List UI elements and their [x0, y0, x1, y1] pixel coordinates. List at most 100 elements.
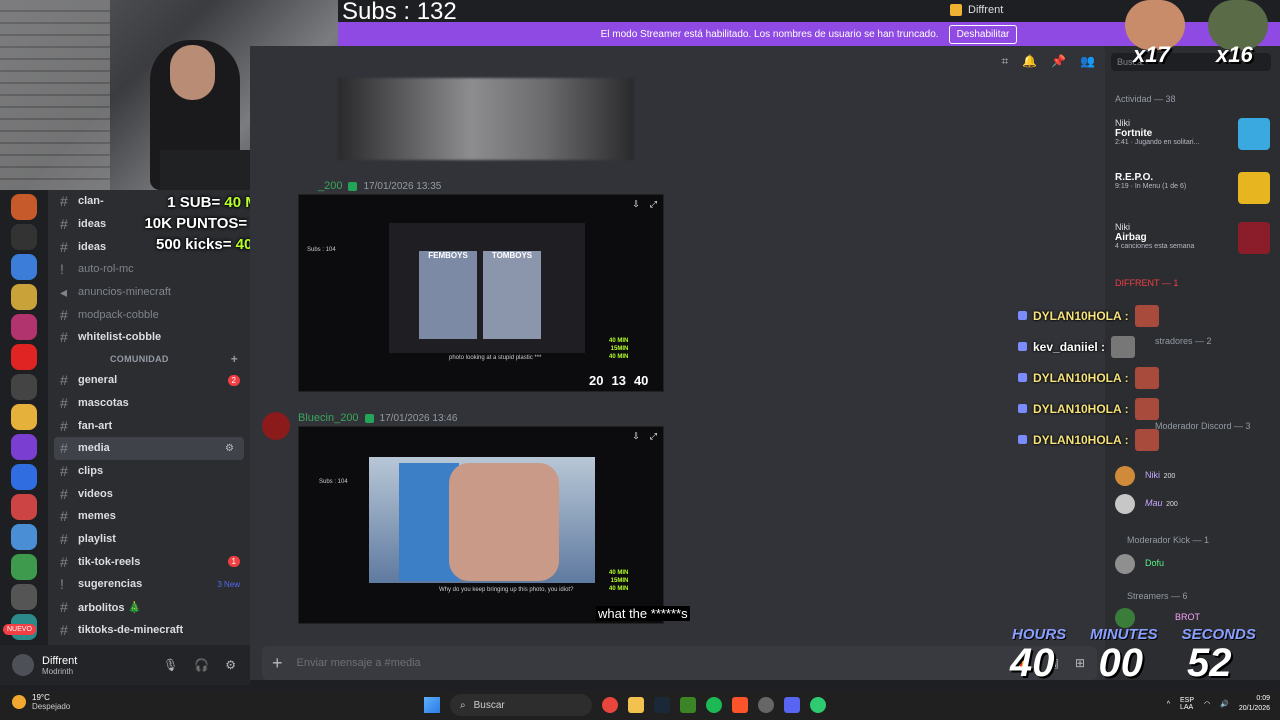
language-indicator[interactable]: ESP LAA	[1180, 697, 1194, 711]
microphone-icon[interactable]: 🎙	[163, 658, 178, 672]
server-icon[interactable]	[11, 254, 37, 280]
system-tray: ^ ESP LAA ◠ 🔊 0:09 20/1/2026	[1167, 694, 1270, 714]
threads-icon[interactable]: ⌗	[1001, 54, 1008, 69]
bell-icon[interactable]: 🔔	[1022, 54, 1037, 69]
message-image[interactable]	[338, 78, 634, 160]
activity-card[interactable]: Niki Fortnite 2:41 · Jugando en solitari…	[1115, 118, 1270, 158]
server-icon[interactable]	[11, 314, 37, 340]
expand-icon[interactable]: ⤢	[650, 431, 657, 442]
channel-item[interactable]: ◂ anuncios-minecraft	[48, 281, 250, 304]
unread-badge: 1	[227, 556, 240, 568]
channel-item[interactable]: # whitelist-cobble	[48, 326, 250, 349]
wifi-icon[interactable]: ◠	[1204, 700, 1210, 708]
obs-icon[interactable]	[758, 697, 774, 713]
message-timestamp: 17/01/2026 13:46	[379, 412, 458, 424]
channel-item[interactable]: # modpack-cobble	[48, 303, 250, 326]
role-header: DIFFRENT — 1	[1115, 278, 1179, 288]
channel-item[interactable]: # playlist	[48, 528, 250, 551]
members-icon[interactable]: 👥	[1080, 54, 1095, 69]
message-composer[interactable]: + Enviar mensaje a #media 🎁 ▣ ⊞	[262, 646, 1097, 680]
role-icon	[364, 413, 374, 423]
activity-card[interactable]: Niki Airbag 4 canciones esta semana	[1115, 222, 1270, 262]
channel-item-active[interactable]: # media ⚙	[54, 436, 244, 460]
steam-icon[interactable]	[654, 697, 670, 713]
volume-icon[interactable]: 🔊	[1220, 700, 1229, 708]
headphones-icon[interactable]: 🎧	[194, 658, 209, 672]
server-icon[interactable]	[11, 554, 37, 580]
server-icon[interactable]	[11, 434, 37, 460]
hash-icon: #	[60, 329, 68, 346]
badge-icon	[1018, 342, 1027, 351]
channel-item[interactable]: # memes	[48, 505, 250, 528]
add-attachment-icon[interactable]: +	[272, 653, 283, 674]
channel-settings-icon[interactable]: ⚙	[225, 443, 234, 454]
clock[interactable]: 0:09 20/1/2026	[1239, 694, 1270, 714]
server-icon[interactable]	[11, 194, 37, 220]
channel-item[interactable]: # arbolitos 🎄	[48, 596, 250, 619]
avatar	[1115, 494, 1135, 514]
video-embed[interactable]: Subs : 104 Why do you keep bringing up t…	[298, 426, 664, 624]
expand-icon[interactable]: ⤢	[650, 199, 657, 210]
hash-icon: #	[60, 485, 68, 502]
new-badge: NUEVO	[3, 624, 36, 635]
chrome-icon[interactable]	[602, 697, 618, 713]
channel-item[interactable]: # videos	[48, 482, 250, 505]
badge-icon	[1018, 311, 1027, 320]
channel-item[interactable]: # tiktoks-de-minecraft	[48, 618, 250, 641]
server-icon[interactable]	[11, 404, 37, 430]
server-icon[interactable]	[11, 464, 37, 490]
brave-icon[interactable]	[732, 697, 748, 713]
emote-icon	[1134, 428, 1159, 451]
member-item[interactable]: Dofu	[1115, 554, 1270, 576]
taskbar-search[interactable]: ⌕ Buscar	[450, 694, 592, 716]
download-icon[interactable]: ⇩	[632, 199, 640, 210]
category-header[interactable]: COMUNIDAD +	[48, 349, 250, 369]
activity-card[interactable]: R.E.P.O. 9:19 · In Menu (1 de 6)	[1115, 172, 1270, 212]
hash-icon: #	[60, 553, 68, 570]
channel-item[interactable]: # general 2	[48, 369, 250, 392]
video-embed[interactable]: Subs : 104 FEMBOYS TOMBOYS photo looking…	[298, 194, 664, 392]
server-icon[interactable]	[11, 284, 37, 310]
server-icon[interactable]	[11, 344, 37, 370]
avatar	[1115, 554, 1135, 574]
add-channel-icon[interactable]: +	[231, 352, 238, 366]
channel-item[interactable]: # fan-art	[48, 414, 250, 437]
chevron-up-icon[interactable]: ^	[1167, 701, 1170, 708]
server-icon[interactable]	[11, 494, 37, 520]
folder-icon[interactable]	[628, 697, 644, 713]
chat-line: DYLAN10HOLA :	[1018, 424, 1258, 455]
minecraft-icon[interactable]	[680, 697, 696, 713]
chat-line: DYLAN10HOLA :	[1018, 300, 1258, 331]
message-header: Bluecin_200 17/01/2026 13:46	[298, 412, 457, 424]
channel-item[interactable]: # tik-tok-reels 1	[48, 550, 250, 573]
emote-icon	[1134, 397, 1159, 420]
message-author[interactable]: _200	[318, 180, 342, 192]
server-icon[interactable]	[11, 224, 37, 250]
channel-item[interactable]: # mascotas	[48, 392, 250, 415]
discord-icon[interactable]	[784, 697, 800, 713]
windows-start-icon[interactable]	[424, 697, 440, 713]
avatar[interactable]	[12, 654, 34, 676]
streamer-mode-message: El modo Streamer está habilitado. Los no…	[600, 28, 939, 40]
composer-placeholder: Enviar mensaje a #media	[296, 657, 421, 669]
app-icon[interactable]	[810, 697, 826, 713]
avatar	[1115, 608, 1135, 628]
member-item[interactable]: Mau 200	[1115, 494, 1270, 516]
server-icon[interactable]	[11, 524, 37, 550]
chat-toolbar: ⌗ 🔔 📌 👥	[1001, 54, 1095, 69]
channel-item[interactable]: ! auto-rol-mc	[48, 258, 250, 281]
channel-item[interactable]: # clips	[48, 460, 250, 483]
avatar[interactable]	[262, 412, 290, 440]
message-author[interactable]: Bluecin_200	[298, 412, 359, 424]
spotify-icon[interactable]	[706, 697, 722, 713]
megaphone-icon: ◂	[60, 283, 68, 300]
server-icon[interactable]	[11, 584, 37, 610]
gear-icon[interactable]: ⚙	[225, 658, 236, 672]
member-item[interactable]: Niki 200	[1115, 466, 1270, 488]
download-icon[interactable]: ⇩	[632, 431, 640, 442]
weather-widget[interactable]: 19°C Despejado	[12, 693, 70, 711]
disable-streamer-mode-button[interactable]: Deshabilitar	[948, 24, 1018, 44]
pin-icon[interactable]: 📌	[1051, 54, 1066, 69]
server-icon[interactable]	[11, 374, 37, 400]
channel-item[interactable]: ! sugerencias 3 New	[48, 573, 250, 596]
